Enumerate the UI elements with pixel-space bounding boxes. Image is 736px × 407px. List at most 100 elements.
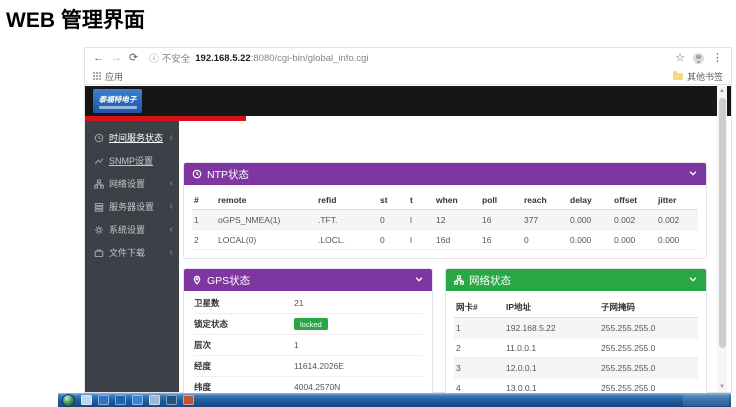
sidebar-nav: 时间服务状态 ‹ SNMP设置 网络设置 ‹ 服务器设置 ‹	[85, 121, 179, 392]
site-header: 泰福特电子	[85, 86, 731, 116]
gps-row-satellites: 卫星数 21	[194, 293, 422, 314]
apps-shortcut[interactable]: 应用	[93, 70, 123, 83]
reload-icon[interactable]: ⟳	[129, 53, 138, 64]
sidebar-item-label: SNMP设置	[109, 154, 153, 167]
gear-icon	[93, 224, 104, 235]
col-poll: poll	[480, 191, 522, 210]
apps-label: 应用	[105, 70, 123, 83]
bookmarks-bar: 应用 其他书签	[85, 68, 731, 85]
col-st: st	[378, 191, 408, 210]
col-index: #	[192, 191, 216, 210]
taskbar-app-icon[interactable]	[115, 395, 126, 405]
col-refid: refid	[316, 191, 378, 210]
col-offset: offset	[612, 191, 656, 210]
screenshot-root: WEB 管理界面 ← → ⟳ ⓘ 不安全 192.168.5.22:8080/c…	[0, 0, 736, 407]
col-reach: reach	[522, 191, 568, 210]
sidebar-item-server-settings[interactable]: 服务器设置 ‹	[85, 195, 179, 218]
sidebar-item-file-download[interactable]: 文件下载 ‹	[85, 241, 179, 264]
snmp-icon	[93, 155, 104, 166]
status-badge: locked	[294, 318, 328, 330]
scroll-up-icon[interactable]: ▲	[717, 86, 727, 96]
network-icon	[93, 178, 104, 189]
table-row: 3 12.0.0.1 255.255.255.0	[454, 358, 698, 378]
security-label: 不安全	[162, 51, 191, 65]
other-bookmarks[interactable]: 其他书签	[673, 70, 723, 83]
network-status-panel: 网络状态 网卡# IP地址 子网掩码	[445, 268, 707, 407]
sidebar-item-label: 服务器设置	[109, 200, 154, 213]
network-table-header: 网卡# IP地址 子网掩码	[454, 297, 698, 318]
taskbar-app-icon[interactable]	[166, 395, 177, 405]
location-pin-icon	[192, 275, 202, 285]
scrollbar-thumb[interactable]	[719, 98, 726, 348]
gps-panel-header[interactable]: GPS状态	[184, 269, 432, 291]
gps-row-lock-status: 锁定状态 locked	[194, 314, 422, 335]
chevron-left-icon: ‹	[170, 178, 173, 189]
server-icon	[93, 201, 104, 212]
system-tray[interactable]	[683, 394, 729, 406]
chevron-down-icon[interactable]	[688, 168, 698, 181]
taskbar-app-icon[interactable]	[132, 395, 143, 405]
ntp-table-header: # remote refid st t when poll reach dela…	[192, 191, 698, 210]
clock-icon	[93, 132, 104, 143]
sidebar-item-snmp-settings[interactable]: SNMP设置	[85, 149, 179, 172]
page-title: WEB 管理界面	[6, 4, 145, 34]
sidebar-item-label: 网络设置	[109, 177, 145, 190]
logo-subline	[99, 106, 137, 109]
bookmark-star-icon[interactable]: ☆	[675, 53, 685, 64]
url-host: 192.168.5.22	[195, 53, 250, 64]
other-bookmarks-label: 其他书签	[687, 70, 723, 83]
sidebar-item-label: 时间服务状态	[109, 131, 163, 144]
chevron-left-icon: ‹	[170, 201, 173, 212]
col-t: t	[408, 191, 434, 210]
chevron-left-icon: ‹	[170, 224, 173, 235]
gps-status-panel: GPS状态 卫星数 21 锁定状态 locked 层次 1	[183, 268, 433, 407]
sidebar-item-system-settings[interactable]: 系统设置 ‹	[85, 218, 179, 241]
col-ip: IP地址	[504, 297, 599, 318]
chevron-down-icon[interactable]	[688, 274, 698, 287]
download-icon	[93, 247, 104, 258]
site-info-icon[interactable]: ⓘ	[149, 51, 159, 65]
network-icon	[454, 275, 464, 285]
back-icon[interactable]: ←	[93, 53, 104, 64]
clock-icon	[192, 169, 202, 179]
col-remote: remote	[216, 191, 316, 210]
scroll-down-icon[interactable]: ▼	[717, 382, 727, 392]
col-mask: 子网掩码	[599, 297, 698, 318]
taskbar-app-icon[interactable]	[149, 395, 160, 405]
company-logo[interactable]: 泰福特电子	[93, 89, 142, 113]
apps-grid-icon	[93, 72, 101, 80]
taskbar-app-icon[interactable]	[81, 395, 92, 405]
logo-text: 泰福特电子	[99, 94, 137, 105]
table-row: 1 oGPS_NMEA(1) .TFT. 0 l 12 16 377 0.000…	[192, 210, 698, 230]
col-delay: delay	[568, 191, 612, 210]
ntp-status-panel: NTP状态 # remote refid st t	[183, 162, 707, 259]
address-bar[interactable]: ⓘ 不安全 192.168.5.22:8080/cgi-bin/global_i…	[145, 51, 668, 66]
start-button[interactable]	[62, 394, 75, 407]
browser-toolbar: ← → ⟳ ⓘ 不安全 192.168.5.22:8080/cgi-bin/gl…	[85, 48, 731, 68]
chevron-left-icon: ‹	[170, 132, 173, 143]
gps-row-longitude: 经度 11614.2026E	[194, 356, 422, 377]
ntp-panel-header[interactable]: NTP状态	[184, 163, 706, 185]
table-row: 1 192.168.5.22 255.255.255.0	[454, 318, 698, 338]
forward-icon[interactable]: →	[111, 53, 122, 64]
sidebar-item-label: 文件下载	[109, 246, 145, 259]
chevron-left-icon: ‹	[170, 247, 173, 258]
taskbar-app-icon[interactable]	[183, 395, 194, 405]
sidebar-item-network-settings[interactable]: 网络设置 ‹	[85, 172, 179, 195]
network-panel-header[interactable]: 网络状态	[446, 269, 706, 291]
gps-row-stratum: 层次 1	[194, 335, 422, 356]
taskbar-app-icon[interactable]	[98, 395, 109, 405]
windows-taskbar	[58, 393, 731, 407]
browser-menu-icon[interactable]: ⋮	[712, 53, 723, 64]
page-scrollbar[interactable]: ▲ ▼	[717, 86, 727, 392]
gps-panel-title: GPS状态	[207, 273, 250, 288]
chevron-down-icon[interactable]	[414, 274, 424, 287]
col-jitter: jitter	[656, 191, 698, 210]
col-nic: 网卡#	[454, 297, 504, 318]
browser-window: ← → ⟳ ⓘ 不安全 192.168.5.22:8080/cgi-bin/gl…	[85, 48, 731, 392]
table-row: 2 LOCAL(0) .LOCL. 0 l 16d 16 0 0.000 0.0…	[192, 230, 698, 250]
col-when: when	[434, 191, 480, 210]
ntp-panel-title: NTP状态	[207, 167, 249, 182]
sidebar-item-time-service-status[interactable]: 时间服务状态 ‹	[85, 126, 179, 149]
profile-avatar[interactable]	[693, 53, 704, 64]
